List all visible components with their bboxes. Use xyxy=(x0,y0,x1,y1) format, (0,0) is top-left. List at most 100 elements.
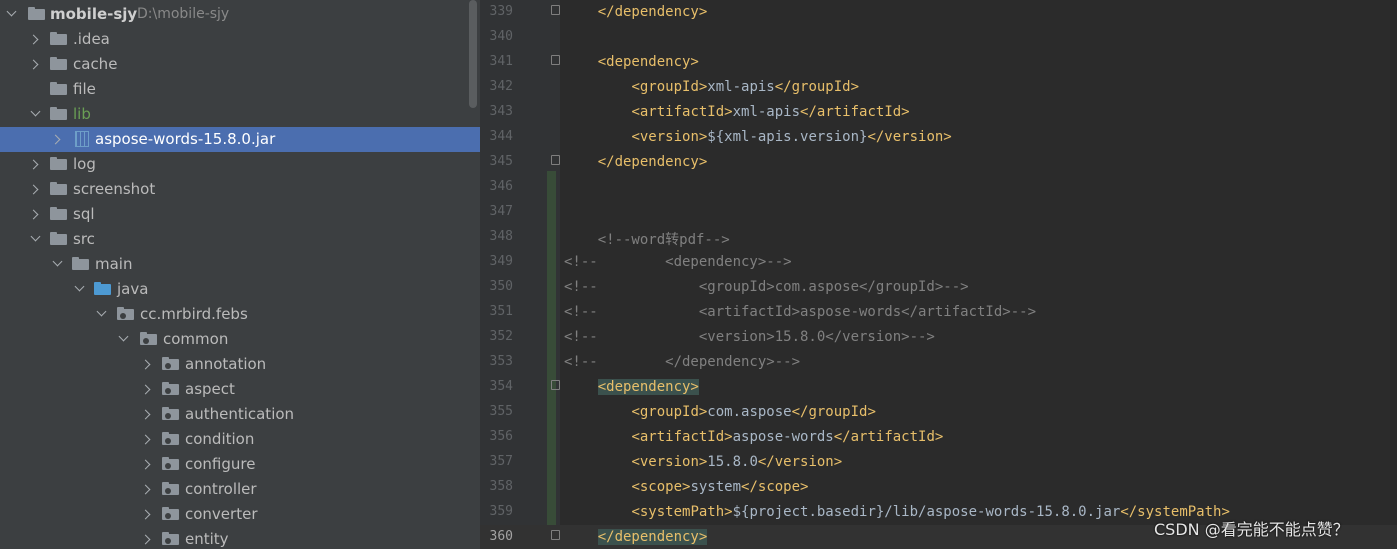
chevron-right-icon[interactable] xyxy=(28,27,44,52)
code-line[interactable]: 349 <!-- <dependency>--> xyxy=(480,250,1397,275)
chevron-right-icon[interactable] xyxy=(50,127,66,152)
fold-marker-icon[interactable] xyxy=(551,155,560,165)
tree-scrollbar-thumb[interactable] xyxy=(469,0,477,108)
chevron-down-icon[interactable] xyxy=(94,302,110,327)
tree-item-configure[interactable]: configure xyxy=(0,452,480,477)
tree-item-java[interactable]: java xyxy=(0,277,480,302)
code-line[interactable]: 341 <dependency> xyxy=(480,50,1397,75)
tree-item-label: screenshot xyxy=(73,180,156,198)
tree-item-entity[interactable]: entity xyxy=(0,527,480,549)
line-number: 353 xyxy=(489,354,513,369)
tree-root-row[interactable]: mobile-sjy D:\mobile-sjy xyxy=(0,2,480,27)
chevron-down-icon[interactable] xyxy=(28,102,44,127)
chevron-right-icon[interactable] xyxy=(28,152,44,177)
code-line[interactable]: 350 <!-- <groupId>com.aspose</groupId>--> xyxy=(480,275,1397,300)
chevron-down-icon[interactable] xyxy=(72,277,88,302)
line-number: 340 xyxy=(489,29,513,44)
tree-root-path: D:\mobile-sjy xyxy=(137,6,230,22)
chevron-right-icon[interactable] xyxy=(28,202,44,227)
folder-icon xyxy=(50,57,67,71)
code-editor[interactable]: 339 </dependency> 340 341 <dependency> 342 … xyxy=(480,0,1397,549)
code-line[interactable]: 354 <dependency> xyxy=(480,375,1397,400)
chevron-right-icon[interactable] xyxy=(140,502,156,527)
code-line[interactable]: 340 xyxy=(480,25,1397,50)
folder-icon xyxy=(50,107,67,121)
tree-item-log[interactable]: log xyxy=(0,152,480,177)
line-number: 354 xyxy=(489,379,513,394)
chevron-right-icon[interactable] xyxy=(140,527,156,549)
tree-item-idea[interactable]: .idea xyxy=(0,27,480,52)
chevron-right-icon[interactable] xyxy=(140,352,156,377)
tree-item-condition[interactable]: condition xyxy=(0,427,480,452)
tree-item-label: file xyxy=(73,80,96,98)
tree-item-authentication[interactable]: authentication xyxy=(0,402,480,427)
chevron-right-icon[interactable] xyxy=(140,402,156,427)
code-text: <!-- <version>15.8.0</version>--> xyxy=(564,329,935,345)
code-line[interactable]: 352 <!-- <version>15.8.0</version>--> xyxy=(480,325,1397,350)
line-number: 358 xyxy=(489,479,513,494)
code-line[interactable]: 351 <!-- <artifactId>aspose-words</artifa… xyxy=(480,300,1397,325)
package-dot xyxy=(143,338,149,344)
code-line[interactable]: 356 <artifactId>aspose-words</artifactId… xyxy=(480,425,1397,450)
tree-item-controller[interactable]: controller xyxy=(0,477,480,502)
tree-item-package-febs[interactable]: cc.mrbird.febs xyxy=(0,302,480,327)
fold-marker-icon[interactable] xyxy=(551,5,560,15)
tree-item-label: condition xyxy=(185,430,255,448)
tree-item-label: main xyxy=(95,255,133,273)
tree-item-cache[interactable]: cache xyxy=(0,52,480,77)
tree-item-label: lib xyxy=(73,105,91,123)
code-line[interactable]: 344 <version>${xml-apis.version}</versio… xyxy=(480,125,1397,150)
line-number: 352 xyxy=(489,329,513,344)
tree-item-file[interactable]: file xyxy=(0,77,480,102)
code-line[interactable]: 342 <groupId>xml-apis</groupId> xyxy=(480,75,1397,100)
chevron-right-icon[interactable] xyxy=(140,477,156,502)
chevron-right-icon[interactable] xyxy=(28,52,44,77)
code-text: <!-- <artifactId>aspose-words</artifactI… xyxy=(564,304,1037,320)
code-line[interactable]: 345 </dependency> xyxy=(480,150,1397,175)
tree-item-common[interactable]: common xyxy=(0,327,480,352)
tree-item-lib[interactable]: lib xyxy=(0,102,480,127)
fold-marker-icon[interactable] xyxy=(551,380,560,390)
line-number: 346 xyxy=(489,179,513,194)
chevron-right-icon[interactable] xyxy=(140,377,156,402)
tree-item-converter[interactable]: converter xyxy=(0,502,480,527)
line-number: 341 xyxy=(489,54,513,69)
code-line[interactable]: 357 <version>15.8.0</version> xyxy=(480,450,1397,475)
code-line[interactable]: 355 <groupId>com.aspose</groupId> xyxy=(480,400,1397,425)
code-line[interactable]: 346 xyxy=(480,175,1397,200)
chevron-right-icon[interactable] xyxy=(28,177,44,202)
chevron-down-icon[interactable] xyxy=(50,252,66,277)
tree-item-main[interactable]: main xyxy=(0,252,480,277)
tree-item-label: configure xyxy=(185,455,256,473)
code-line[interactable]: 339 </dependency> xyxy=(480,0,1397,25)
chevron-down-icon[interactable] xyxy=(28,227,44,252)
chevron-down-icon[interactable] xyxy=(116,327,132,352)
folder-icon xyxy=(50,182,67,196)
tree-item-aspose-jar[interactable]: aspose-words-15.8.0.jar xyxy=(0,127,480,152)
tree-item-label: java xyxy=(117,280,149,298)
chevron-right-icon[interactable] xyxy=(140,452,156,477)
code-line[interactable]: 348 <!--word转pdf--> xyxy=(480,225,1397,250)
fold-marker-icon[interactable] xyxy=(551,530,560,540)
code-text: </dependency> xyxy=(597,4,708,20)
tree-item-label: src xyxy=(73,230,95,248)
tree-item-sql[interactable]: sql xyxy=(0,202,480,227)
code-line[interactable]: 347 xyxy=(480,200,1397,225)
chevron-right-icon[interactable] xyxy=(140,427,156,452)
code-line[interactable]: 358 <scope>system</scope> xyxy=(480,475,1397,500)
tree-item-annotation[interactable]: annotation xyxy=(0,352,480,377)
tree-item-aspect[interactable]: aspect xyxy=(0,377,480,402)
line-number: 349 xyxy=(489,254,513,269)
package-dot xyxy=(165,538,171,544)
tree-item-screenshot[interactable]: screenshot xyxy=(0,177,480,202)
code-text: <!-- </dependency>--> xyxy=(564,354,801,370)
code-line[interactable]: 353 <!-- </dependency>--> xyxy=(480,350,1397,375)
tree-item-label: .idea xyxy=(73,30,110,48)
tree-item-src[interactable]: src xyxy=(0,227,480,252)
code-line[interactable]: 343 <artifactId>xml-apis</artifactId> xyxy=(480,100,1397,125)
package-dot xyxy=(165,463,171,469)
fold-marker-icon[interactable] xyxy=(551,55,560,65)
chevron-down-icon[interactable] xyxy=(4,2,20,27)
tree-item-label: cache xyxy=(73,55,118,73)
package-dot xyxy=(120,313,126,319)
